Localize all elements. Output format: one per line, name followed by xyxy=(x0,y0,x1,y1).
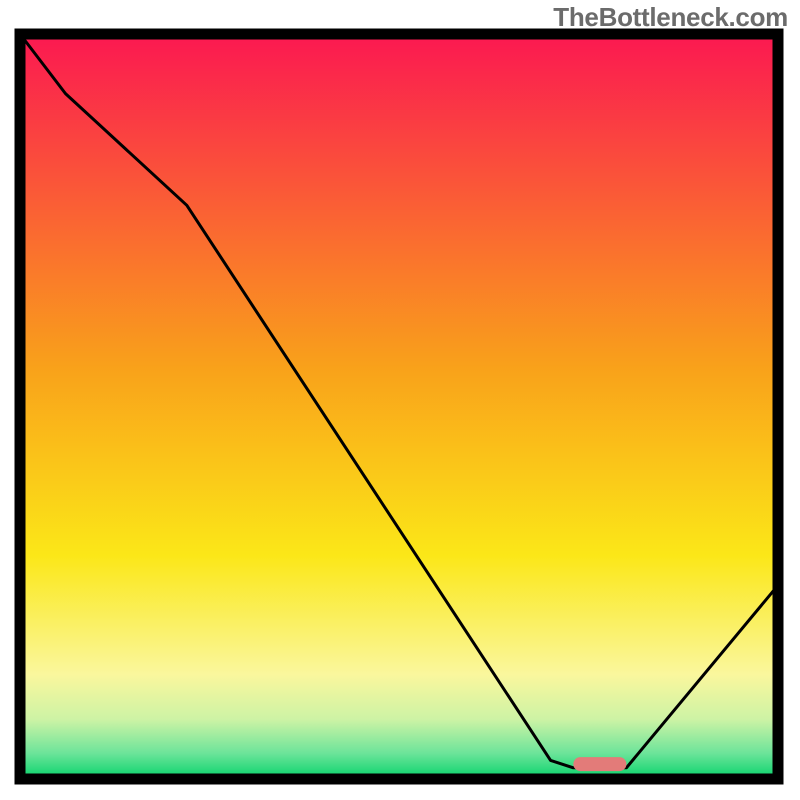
chart-frame: TheBottleneck.com xyxy=(0,0,800,800)
watermark-text: TheBottleneck.com xyxy=(553,2,788,33)
chart-background xyxy=(20,34,778,779)
bottleneck-chart xyxy=(0,0,800,800)
optimal-range-marker xyxy=(573,757,626,771)
